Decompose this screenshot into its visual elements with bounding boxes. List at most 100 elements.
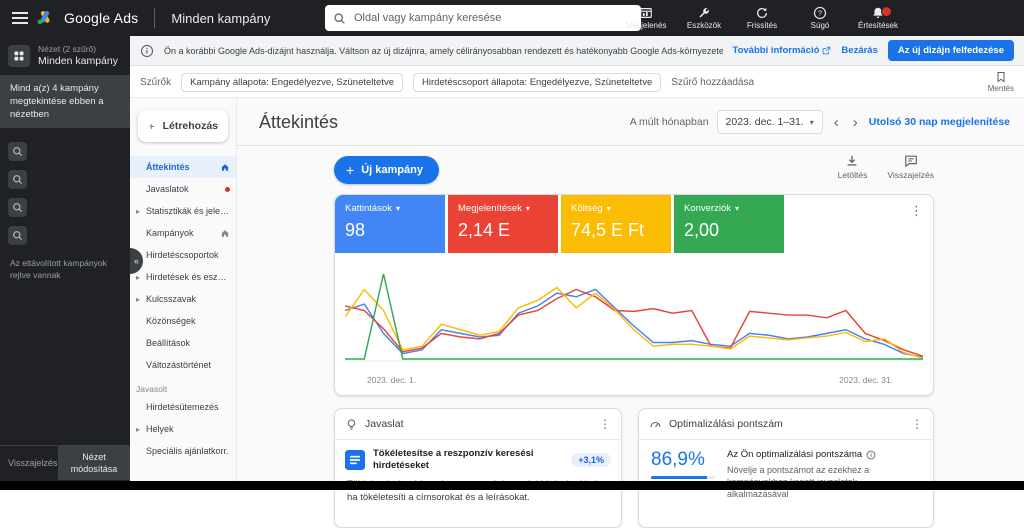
overview-cards: Javaslat ⋮ Tökéletesítse a reszponzív ke…	[334, 408, 934, 528]
view-selector[interactable]: Nézet (2 szűrő) Minden kampány	[0, 36, 130, 75]
view-filter-count: Nézet (2 szűrő)	[38, 44, 97, 54]
kebab-menu-icon[interactable]: ⋮	[911, 417, 923, 431]
campaign-nav: Létrehozás Áttekintés Javaslatok ▸ Stati…	[130, 98, 237, 490]
nav-item-ads-assets[interactable]: ▸ Hirdetések és eszközök	[130, 266, 236, 288]
kebab-menu-icon[interactable]: ⋮	[910, 203, 923, 219]
nav-item-audiences[interactable]: Közönségek	[130, 310, 236, 332]
nav-item-locations[interactable]: ▸ Helyek	[130, 418, 236, 440]
removed-campaigns-note: Az eltávolított kampányok rejtve vannak	[10, 258, 107, 280]
appearance-icon	[639, 6, 653, 20]
nav-item-keywords[interactable]: ▸ Kulcsszavak	[130, 288, 236, 310]
topbar: Google Ads Minden kampány Megjelenés Esz…	[0, 0, 1024, 36]
notification-badge	[881, 6, 892, 17]
metric-conversions[interactable]: Konverziók ▾ 2,00	[674, 195, 784, 253]
appearance-button[interactable]: Megjelenés	[624, 6, 668, 30]
info-icon[interactable]	[866, 450, 876, 460]
optimization-score-progress	[651, 476, 715, 479]
nav-section-suggested: Javasolt	[136, 384, 168, 394]
nav-item-settings[interactable]: Beállítások	[130, 332, 236, 354]
campaign-status-filter-chip[interactable]: Kampány állapota: Engedélyezve, Szünetel…	[181, 72, 403, 92]
plus-icon	[148, 123, 154, 129]
nav-item-advanced-bid-adj[interactable]: Speciális ajánlatkorr.	[130, 440, 236, 462]
dropdown-arrow-icon: ▾	[809, 117, 814, 127]
overview-toolbar: + Új kampány Letöltés Visszajelzés	[334, 154, 934, 188]
date-range-dropdown[interactable]: 2023. dec. 1–31. ▾	[716, 110, 823, 134]
download-icon	[848, 155, 857, 166]
recommendation-item[interactable]: Tökéletesítse a reszponzív keresési hird…	[335, 440, 621, 476]
metric-clicks[interactable]: Kattintások ▾ 98	[335, 195, 445, 253]
dropdown-arrow-icon: ▾	[735, 204, 740, 213]
search-icon[interactable]	[8, 142, 27, 161]
adgroup-status-filter-chip[interactable]: Hirdetéscsoport állapota: Engedélyezve, …	[412, 72, 662, 92]
refresh-button[interactable]: Frissítés	[740, 6, 784, 30]
chevron-right-icon[interactable]: ›	[850, 115, 861, 130]
opti-progress-fill	[651, 476, 707, 479]
nav-item-insights-reports[interactable]: ▸ Statisztikák és jelentések	[130, 200, 236, 222]
dropdown-arrow-icon: ▾	[606, 204, 611, 213]
menu-icon[interactable]	[12, 11, 28, 25]
gauge-icon	[650, 421, 661, 427]
search-input[interactable]	[352, 11, 633, 25]
nav-item-change-history[interactable]: Változástörténet	[130, 354, 236, 376]
feedback-button[interactable]: Visszajelzés	[887, 154, 934, 180]
grid-icon	[8, 44, 30, 67]
sidebar-feedback-link[interactable]: Visszajelzés	[0, 446, 58, 480]
main-content: Áttekintés A múlt hónapban 2023. dec. 1–…	[237, 98, 1024, 528]
add-filter-button[interactable]: Szűrő hozzáadása	[671, 77, 754, 88]
topbar-page-title: Minden kampány	[171, 10, 271, 26]
sidebar-all-campaigns-item[interactable]: Mind a(z) 4 kampány megtekintése ebben a…	[0, 75, 130, 128]
notifications-button[interactable]: Értesítések	[856, 6, 900, 30]
notification-dot	[225, 186, 230, 192]
search-icon[interactable]	[8, 226, 27, 245]
home-icon	[220, 228, 230, 238]
sidebar-shortcuts	[0, 128, 130, 245]
search-bar[interactable]	[325, 5, 641, 31]
nav-item-campaigns[interactable]: Kampányok	[130, 222, 236, 244]
tools-button[interactable]: Eszközök	[682, 6, 726, 30]
google-ads-logo-icon[interactable]	[36, 9, 54, 27]
create-button[interactable]: Létrehozás	[138, 110, 228, 142]
brand-name: Google Ads	[64, 10, 139, 26]
download-button[interactable]: Letöltés	[838, 154, 867, 180]
learn-more-link[interactable]: További információ	[733, 45, 832, 56]
expand-arrow-icon: ▸	[136, 294, 141, 304]
metric-impressions[interactable]: Megjelenítések ▾ 2,14 E	[448, 195, 558, 253]
chevron-left-icon[interactable]: ‹	[831, 115, 842, 130]
filters-label: Szűrők	[140, 76, 172, 88]
view-name: Minden kampány	[38, 55, 118, 67]
explore-new-design-button[interactable]: Az új dizájn felfedezése	[887, 40, 1014, 61]
nav-item-overview[interactable]: Áttekintés	[130, 156, 236, 178]
show-last-30-days-link[interactable]: Utolsó 30 nap megjelenítése	[869, 116, 1010, 128]
optimization-score-value: 86,9%	[651, 449, 705, 470]
help-icon: ?	[813, 6, 827, 20]
metric-selectors: Kattintások ▾ 98 Megjelenítések ▾ 2,14 E K…	[335, 195, 933, 253]
metric-cost[interactable]: Költség ▾ 74,5 E Ft	[561, 195, 671, 253]
search-icon[interactable]	[8, 170, 27, 189]
lightbulb-icon	[347, 418, 356, 430]
left-sidebar: Nézet (2 szűrő) Minden kampány Mind a(z)…	[0, 36, 143, 490]
refresh-icon	[755, 6, 769, 20]
save-filter-button[interactable]: Mentés	[988, 71, 1014, 93]
nav-item-recommendations[interactable]: Javaslatok	[130, 178, 236, 200]
modify-view-button[interactable]: Nézet módosítása	[58, 446, 130, 480]
plus-icon: +	[346, 162, 355, 178]
search-icon[interactable]	[8, 198, 27, 217]
recommendation-card: Javaslat ⋮ Tökéletesítse a reszponzív ke…	[334, 408, 622, 528]
chart-x-end-label: 2023. dec. 31.	[839, 375, 893, 385]
date-controls: A múlt hónapban 2023. dec. 1–31. ▾ ‹ › U…	[630, 98, 1010, 146]
expand-arrow-icon: ▸	[136, 424, 141, 434]
page-title: Áttekintés	[259, 112, 339, 132]
sidebar-footer: Visszajelzés Nézet módosítása	[0, 445, 130, 480]
nav-item-ad-groups[interactable]: Hirdetéscsoportok	[130, 244, 236, 266]
date-preset-label: A múlt hónapban	[629, 116, 709, 128]
search-icon	[333, 12, 346, 25]
chart-x-start-label: 2023. dec. 1.	[367, 375, 417, 385]
new-campaign-button[interactable]: + Új kampány	[334, 156, 439, 184]
kebab-menu-icon[interactable]: ⋮	[599, 417, 611, 431]
dismiss-banner-link[interactable]: Bezárás	[841, 45, 877, 56]
card-title: Javaslat	[365, 418, 404, 430]
help-button[interactable]: ? Súgó	[798, 6, 842, 30]
banner-message: Ön a korábbi Google Ads-dizájnt használj…	[164, 45, 723, 56]
nav-item-ad-schedule[interactable]: Hirdetésütemezés	[130, 396, 236, 418]
optimization-score-card: Optimalizálási pontszám ⋮ 86,9% Az Ön op…	[638, 408, 934, 528]
